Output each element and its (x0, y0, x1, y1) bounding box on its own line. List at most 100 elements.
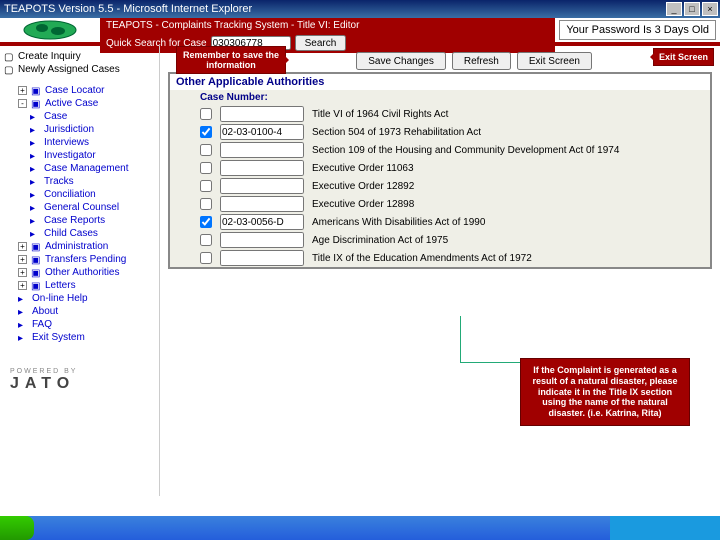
sidebar-item-case[interactable]: ▸Case (30, 110, 159, 123)
callout-disaster: If the Complaint is generated as a resul… (520, 358, 690, 426)
minimize-button[interactable]: _ (666, 2, 682, 16)
page-icon: ▸ (30, 229, 40, 239)
expand-icon[interactable]: + (18, 242, 27, 251)
authority-checkbox[interactable] (200, 108, 212, 120)
case-number-input[interactable] (220, 178, 304, 194)
authority-row: Executive Order 12892 (170, 177, 710, 195)
page-icon: ▸ (30, 164, 40, 174)
authority-checkbox[interactable] (200, 198, 212, 210)
authority-checkbox[interactable] (200, 126, 212, 138)
authority-row: Executive Order 11063 (170, 159, 710, 177)
sidebar-item-child-cases[interactable]: ▸Child Cases (30, 227, 159, 240)
page-icon: ▸ (30, 112, 40, 122)
powered-by: POWERED BY JATO (4, 362, 159, 399)
expand-icon[interactable]: + (18, 281, 27, 290)
collapse-icon[interactable]: - (18, 99, 27, 108)
sidebar-transfers-pending[interactable]: +▣Transfers Pending (18, 253, 159, 266)
faq-icon: ▸ (18, 320, 28, 330)
system-tray (610, 516, 720, 540)
authority-checkbox[interactable] (200, 252, 212, 264)
close-button[interactable]: × (702, 2, 718, 16)
sidebar-create-inquiry[interactable]: ▢Create Inquiry (4, 50, 159, 63)
sidebar-case-locator[interactable]: +▣Case Locator (18, 84, 159, 97)
panel-title: Other Applicable Authorities (170, 74, 710, 90)
authority-row: Title VI of 1964 Civil Rights Act (170, 105, 710, 123)
save-button[interactable]: Save Changes (356, 52, 446, 70)
page-icon: ▸ (30, 203, 40, 213)
authority-label: Executive Order 12898 (312, 199, 414, 210)
maximize-button[interactable]: □ (684, 2, 700, 16)
case-number-input[interactable] (220, 250, 304, 266)
sidebar-item-interviews[interactable]: ▸Interviews (30, 136, 159, 149)
sidebar-newly-assigned[interactable]: ▢Newly Assigned Cases (4, 63, 159, 76)
authority-label: Section 504 of 1973 Rehabilitation Act (312, 127, 481, 138)
sidebar-about[interactable]: ▸About (18, 305, 159, 318)
authority-checkbox[interactable] (200, 216, 212, 228)
authority-label: Title IX of the Education Amendments Act… (312, 253, 532, 264)
sidebar-item-case-mgmt[interactable]: ▸Case Management (30, 162, 159, 175)
case-number-input[interactable] (220, 124, 304, 140)
sidebar-item-investigator[interactable]: ▸Investigator (30, 149, 159, 162)
app-logo (0, 18, 100, 42)
window-titlebar: TEAPOTS Version 5.5 - Microsoft Internet… (0, 0, 720, 18)
content-area: Remember to save the information Exit Sc… (160, 46, 720, 496)
sidebar-item-case-reports[interactable]: ▸Case Reports (30, 214, 159, 227)
sidebar-online-help[interactable]: ▸On-line Help (18, 292, 159, 305)
expand-icon[interactable]: + (18, 86, 27, 95)
folder-icon: ▣ (31, 281, 41, 291)
authority-row: Americans With Disabilities Act of 1990 (170, 213, 710, 231)
authority-label: Title VI of 1964 Civil Rights Act (312, 109, 448, 120)
authority-label: Executive Order 12892 (312, 181, 414, 192)
expand-icon[interactable]: + (18, 255, 27, 264)
sidebar-item-conciliation[interactable]: ▸Conciliation (30, 188, 159, 201)
info-icon: ▸ (18, 307, 28, 317)
page-icon: ▸ (30, 216, 40, 226)
sidebar-item-general-counsel[interactable]: ▸General Counsel (30, 201, 159, 214)
folder-icon: ▣ (31, 86, 41, 96)
page-icon: ▸ (30, 177, 40, 187)
toolbar: Save Changes Refresh Exit Screen (168, 52, 712, 70)
sidebar-letters[interactable]: +▣Letters (18, 279, 159, 292)
page-icon: ▸ (30, 151, 40, 161)
sidebar-other-authorities[interactable]: +▣Other Authorities (18, 266, 159, 279)
sidebar-item-jurisdiction[interactable]: ▸Jurisdiction (30, 123, 159, 136)
window-title: TEAPOTS Version 5.5 - Microsoft Internet… (2, 3, 666, 15)
header-strip: TEAPOTS - Complaints Tracking System - T… (0, 18, 720, 46)
case-number-input[interactable] (220, 142, 304, 158)
authority-checkbox[interactable] (200, 180, 212, 192)
exit-button[interactable]: Exit Screen (517, 52, 592, 70)
sidebar: ▢Create Inquiry ▢Newly Assigned Cases +▣… (0, 46, 160, 496)
authority-checkbox[interactable] (200, 234, 212, 246)
case-number-input[interactable] (220, 106, 304, 122)
password-age-msg: Your Password Is 3 Days Old (559, 20, 716, 40)
connector-line (460, 362, 520, 363)
sidebar-faq[interactable]: ▸FAQ (18, 318, 159, 331)
expand-icon[interactable]: + (18, 268, 27, 277)
doc-icon: ▢ (4, 52, 14, 62)
sidebar-item-tracks[interactable]: ▸Tracks (30, 175, 159, 188)
folder-icon: ▣ (31, 255, 41, 265)
refresh-button[interactable]: Refresh (452, 52, 511, 70)
authority-row: Age Discrimination Act of 1975 (170, 231, 710, 249)
authority-row: Executive Order 12898 (170, 195, 710, 213)
start-button[interactable] (0, 516, 34, 540)
authority-checkbox[interactable] (200, 144, 212, 156)
folder-icon: ▣ (31, 99, 41, 109)
sidebar-active-case[interactable]: -▣Active Case (18, 97, 159, 110)
panel-subtitle: Case Number: (170, 90, 710, 105)
case-number-input[interactable] (220, 214, 304, 230)
taskbar (0, 516, 720, 540)
authority-row: Title IX of the Education Amendments Act… (170, 249, 710, 267)
case-number-input[interactable] (220, 160, 304, 176)
case-number-input[interactable] (220, 232, 304, 248)
sidebar-administration[interactable]: +▣Administration (18, 240, 159, 253)
system-title: TEAPOTS - Complaints Tracking System - T… (100, 18, 555, 33)
authority-label: Age Discrimination Act of 1975 (312, 235, 448, 246)
doc-icon: ▢ (4, 65, 14, 75)
case-number-input[interactable] (220, 196, 304, 212)
folder-icon: ▣ (31, 242, 41, 252)
authority-checkbox[interactable] (200, 162, 212, 174)
sidebar-exit-system[interactable]: ▸Exit System (18, 331, 159, 344)
exit-icon: ▸ (18, 333, 28, 343)
authorities-panel: Other Applicable Authorities Case Number… (168, 72, 712, 269)
